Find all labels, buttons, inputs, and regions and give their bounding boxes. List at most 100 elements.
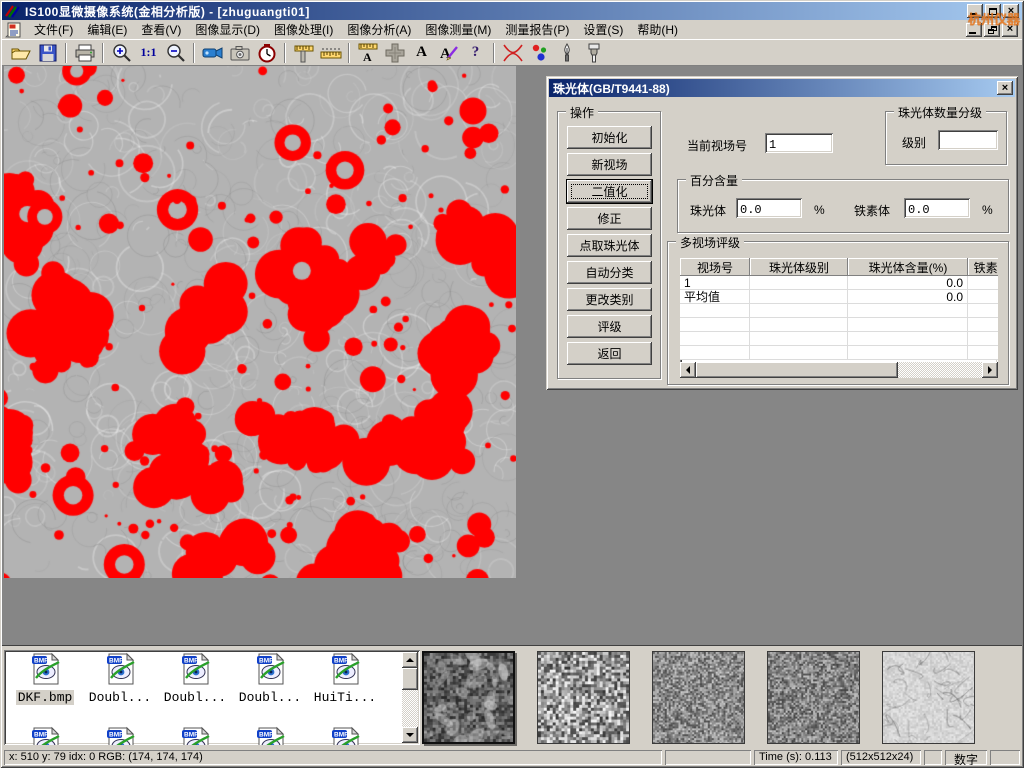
table-row[interactable]: 平均值0.0 xyxy=(680,290,998,304)
file-item[interactable]: BMP xyxy=(233,726,307,745)
column-header[interactable]: 铁素体含量(%) xyxy=(968,258,998,276)
scroll-right-button[interactable] xyxy=(982,362,998,378)
pearlite-input[interactable] xyxy=(736,198,802,218)
ferrite-input[interactable] xyxy=(904,198,970,218)
grade-group: 珠光体数量分级 级别 xyxy=(885,111,1007,165)
auto-classify-button[interactable]: 自动分类 xyxy=(567,261,652,284)
menu-image-display[interactable]: 图像显示(D) xyxy=(188,19,267,40)
file-item[interactable]: BMPDoubl... xyxy=(158,652,232,705)
file-item[interactable]: BMP xyxy=(308,726,382,745)
pearlite-label: 珠光体 xyxy=(690,202,726,219)
table-horizontal-scrollbar xyxy=(680,362,998,378)
table-row[interactable]: 10.0 xyxy=(680,276,998,290)
thumbnail-3[interactable] xyxy=(652,651,745,744)
menu-settings[interactable]: 设置(S) xyxy=(576,19,630,40)
new-field-button[interactable]: 新视场 xyxy=(567,153,652,176)
init-button[interactable]: 初始化 xyxy=(567,126,652,149)
minimize-button[interactable] xyxy=(967,4,983,18)
metallographic-image[interactable] xyxy=(4,66,516,578)
text-button[interactable]: A xyxy=(408,41,435,65)
mdi-minimize-button[interactable] xyxy=(966,23,982,37)
brush-button[interactable] xyxy=(580,41,607,65)
help-button[interactable]: ? xyxy=(462,41,489,65)
grid-icon xyxy=(384,42,406,64)
current-field-label: 当前视场号 xyxy=(687,137,747,154)
mdi-close-button[interactable]: × xyxy=(1002,23,1018,37)
thumbnail-5[interactable] xyxy=(882,651,975,744)
file-item[interactable]: BMP xyxy=(8,726,82,745)
change-class-button[interactable]: 更改类别 xyxy=(567,288,652,311)
video-capture-button[interactable] xyxy=(199,41,226,65)
thumbnail-4[interactable] xyxy=(767,651,860,744)
menu-image-measure[interactable]: 图像测量(M) xyxy=(418,19,498,40)
file-item[interactable]: BMPDKF.bmp xyxy=(8,652,82,705)
percent-group: 百分含量 珠光体 % 铁素体 % xyxy=(677,179,1009,233)
file-item[interactable]: BMP xyxy=(83,726,157,745)
discard-button[interactable] xyxy=(499,41,526,65)
scrollbar-thumb[interactable] xyxy=(402,668,418,690)
scroll-left-button[interactable] xyxy=(680,362,696,378)
correct-button[interactable]: 修正 xyxy=(567,207,652,230)
thumbnail-2[interactable] xyxy=(537,651,630,744)
thumbnail-1[interactable] xyxy=(422,651,515,744)
bmp-file-icon: BMP xyxy=(328,726,362,745)
menu-image-processing[interactable]: 图像处理(I) xyxy=(267,19,340,40)
camera-button[interactable] xyxy=(226,41,253,65)
menu-edit[interactable]: 编辑(E) xyxy=(80,19,134,40)
status-bar: x: 510 y: 79 idx: 0 RGB: (174, 174, 174)… xyxy=(2,748,1022,766)
scrollbar-track[interactable] xyxy=(402,668,418,727)
zoom-out-button[interactable] xyxy=(162,41,189,65)
grid-button[interactable] xyxy=(381,41,408,65)
menu-view[interactable]: 查看(V) xyxy=(134,19,188,40)
scroll-down-button[interactable] xyxy=(402,727,418,743)
table-row[interactable] xyxy=(680,318,998,332)
scrollbar-track[interactable] xyxy=(696,362,982,378)
table-row[interactable] xyxy=(680,346,998,360)
file-item[interactable]: BMPDoubl... xyxy=(233,652,307,705)
annotate-button[interactable]: A xyxy=(435,41,462,65)
actual-size-button[interactable]: 1:1 xyxy=(135,41,162,65)
status-panel-empty xyxy=(665,750,751,765)
pen-button[interactable] xyxy=(553,41,580,65)
mdi-restore-button[interactable] xyxy=(984,23,1000,37)
rating-table: 视场号 珠光体级别 珠光体含量(%) 铁素体含量(%) 10.0 平均值0.0 xyxy=(680,258,998,378)
grade-group-label: 珠光体数量分级 xyxy=(894,104,986,121)
grade-level-input[interactable] xyxy=(938,130,998,150)
scrollbar-thumb[interactable] xyxy=(696,362,898,378)
menu-file[interactable]: 文件(F) xyxy=(27,19,80,40)
menu-help[interactable]: 帮助(H) xyxy=(630,19,685,40)
file-item[interactable]: BMPDoubl... xyxy=(83,652,157,705)
ruler-button[interactable] xyxy=(317,41,344,65)
zoom-in-button[interactable] xyxy=(108,41,135,65)
dialog-close-button[interactable]: × xyxy=(997,81,1013,95)
table-row[interactable] xyxy=(680,304,998,318)
binarize-button[interactable]: 二值化 xyxy=(567,180,652,203)
classify-button[interactable] xyxy=(526,41,553,65)
column-header[interactable]: 珠光体级别 xyxy=(750,258,848,276)
column-header[interactable]: 视场号 xyxy=(680,258,750,276)
column-header[interactable]: 珠光体含量(%) xyxy=(848,258,968,276)
open-button[interactable] xyxy=(7,41,34,65)
bmp-file-icon: BMP xyxy=(253,726,287,745)
help-icon: ? xyxy=(472,44,480,61)
menu-report[interactable]: 测量报告(P) xyxy=(498,19,576,40)
rate-button[interactable]: 评级 xyxy=(567,315,652,338)
svg-text:BMP: BMP xyxy=(184,658,199,665)
scroll-up-button[interactable] xyxy=(402,652,418,668)
timer-button[interactable] xyxy=(253,41,280,65)
measure-text-button[interactable]: A xyxy=(354,41,381,65)
app-icon xyxy=(5,4,21,18)
close-button[interactable]: × xyxy=(1003,4,1019,18)
caliper-icon xyxy=(293,42,315,64)
return-button[interactable]: 返回 xyxy=(567,342,652,365)
current-field-input[interactable] xyxy=(765,133,833,153)
file-item[interactable]: BMPHuiTi... xyxy=(308,652,382,705)
file-item[interactable]: BMP xyxy=(158,726,232,745)
maximize-button[interactable] xyxy=(985,4,1001,18)
table-row[interactable] xyxy=(680,332,998,346)
caliper-button[interactable] xyxy=(290,41,317,65)
menu-image-analysis[interactable]: 图像分析(A) xyxy=(340,19,418,40)
pick-pearlite-button[interactable]: 点取珠光体 xyxy=(567,234,652,257)
print-button[interactable] xyxy=(71,41,98,65)
save-button[interactable] xyxy=(34,41,61,65)
